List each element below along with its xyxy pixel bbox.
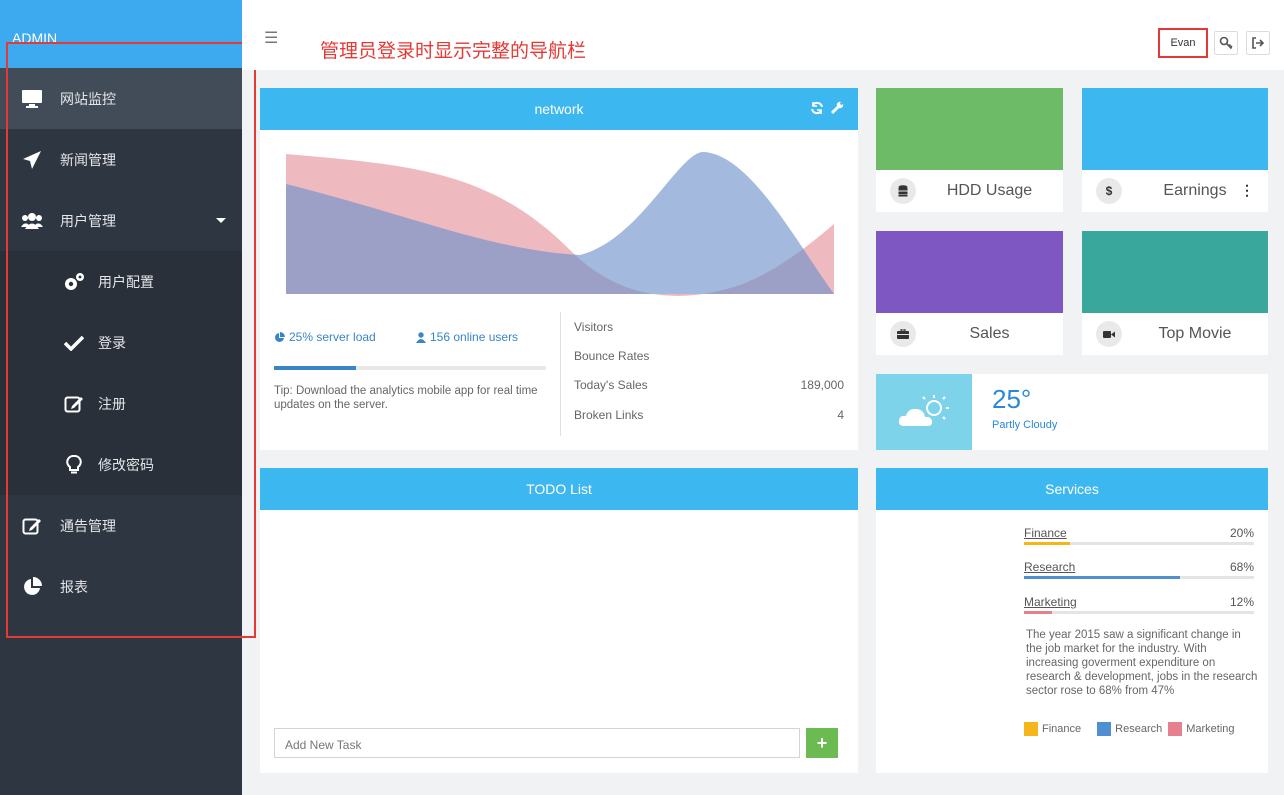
annotation-text: 管理员登录时显示完整的导航栏 bbox=[320, 41, 587, 62]
legend-swatch bbox=[1168, 722, 1183, 736]
sidebar-item-label: 修改密码 bbox=[98, 456, 154, 473]
dollar-icon: $ bbox=[1096, 178, 1122, 204]
gears-icon bbox=[62, 270, 86, 294]
sidebar-item-reports[interactable]: 报表 bbox=[0, 556, 242, 617]
todo-panel: TODO List Add New Task + bbox=[260, 468, 858, 773]
tile-sales[interactable]: Sales bbox=[876, 231, 1063, 355]
network-panel-header: network bbox=[260, 88, 858, 130]
desktop-icon bbox=[20, 87, 44, 111]
progress-fill bbox=[274, 366, 356, 370]
more-vertical-icon[interactable]: ⋮ bbox=[1240, 182, 1254, 199]
services-legend: Finance Research Marketing bbox=[1024, 722, 1235, 736]
briefcase-icon bbox=[890, 321, 916, 347]
paper-plane-icon bbox=[20, 148, 44, 172]
edit-icon bbox=[62, 392, 86, 416]
weather-condition: Partly Cloudy bbox=[992, 419, 1058, 431]
service-row-finance: Finance 20% bbox=[1024, 526, 1254, 545]
services-panel-header: Services bbox=[876, 468, 1268, 510]
server-load-stat: 25% server load bbox=[274, 330, 376, 344]
service-row-marketing: Marketing 12% bbox=[1024, 595, 1254, 614]
sidebar-item-label: 通告管理 bbox=[60, 517, 116, 534]
tile-label: HDD Usage bbox=[946, 182, 1033, 199]
sidebar-item-login[interactable]: 登录 bbox=[0, 312, 242, 373]
tile-earnings[interactable]: $ Earnings ⋮ bbox=[1082, 88, 1268, 212]
service-bar-fill bbox=[1024, 611, 1052, 614]
add-task-input[interactable]: Add New Task bbox=[274, 728, 800, 758]
services-description: The year 2015 saw a significant change i… bbox=[1026, 629, 1258, 697]
sidebar-item-label: 网站监控 bbox=[60, 90, 116, 107]
stat-todays-sales: Today's Sales 189,000 bbox=[574, 378, 844, 392]
user-icon bbox=[416, 331, 426, 343]
service-bar-fill bbox=[1024, 576, 1181, 579]
add-task-button[interactable]: + bbox=[806, 728, 838, 758]
sidebar-item-label: 新闻管理 bbox=[60, 151, 116, 168]
stat-broken-links: Broken Links 4 bbox=[574, 408, 844, 422]
sidebar-item-users[interactable]: 用户管理 bbox=[0, 190, 242, 251]
network-panel: network 25% server load 156 online users… bbox=[260, 88, 858, 450]
legend-swatch bbox=[1024, 722, 1038, 736]
sidebar-item-news[interactable]: 新闻管理 bbox=[0, 129, 242, 190]
sidebar-item-register[interactable]: 注册 bbox=[0, 373, 242, 434]
sidebar: ADMIN 网站监控 新闻管理 用户管理 用户配置 登录 注册 修改密码 通告管… bbox=[0, 0, 242, 795]
sidebar-item-site-monitor[interactable]: 网站监控 bbox=[0, 68, 242, 129]
hamburger-menu-icon[interactable]: ☰ bbox=[264, 28, 278, 48]
todo-panel-header: TODO List bbox=[260, 468, 858, 510]
tile-color-block bbox=[1082, 88, 1268, 170]
sidebar-item-label: 注册 bbox=[98, 395, 126, 412]
wrench-icon[interactable] bbox=[830, 101, 844, 118]
user-menu-button[interactable]: Evan bbox=[1158, 28, 1208, 58]
users-icon bbox=[20, 209, 44, 233]
tile-color-block bbox=[876, 231, 1063, 313]
check-icon bbox=[62, 331, 86, 355]
service-bar-fill bbox=[1024, 542, 1070, 545]
tile-label: Top Movie bbox=[1158, 325, 1232, 342]
panel-title: TODO List bbox=[526, 481, 592, 497]
tile-color-block bbox=[1082, 231, 1268, 313]
sidebar-item-label: 用户配置 bbox=[98, 273, 154, 290]
partly-cloudy-icon bbox=[876, 374, 972, 450]
refresh-icon[interactable] bbox=[810, 101, 824, 118]
online-users-stat: 156 online users bbox=[416, 330, 518, 344]
sign-out-icon[interactable] bbox=[1246, 31, 1270, 55]
edit-icon bbox=[20, 514, 44, 538]
tip-text: Tip: Download the analytics mobile app f… bbox=[274, 385, 538, 411]
lightbulb-icon bbox=[62, 453, 86, 477]
caret-down-icon bbox=[216, 218, 226, 223]
service-row-research: Research 68% bbox=[1024, 560, 1254, 579]
video-camera-icon bbox=[1096, 321, 1122, 347]
stat-visitors: Visitors bbox=[574, 320, 614, 334]
divider bbox=[560, 312, 561, 436]
server-load-progress bbox=[274, 366, 546, 370]
sidebar-item-change-password[interactable]: 修改密码 bbox=[0, 434, 242, 495]
tile-top-movie[interactable]: Top Movie bbox=[1082, 231, 1268, 355]
weather-widget: 25° Partly Cloudy bbox=[876, 374, 1268, 450]
temperature: 25° bbox=[992, 384, 1032, 414]
panel-title: Services bbox=[1045, 481, 1099, 497]
pie-chart-icon bbox=[20, 575, 44, 599]
database-icon bbox=[890, 178, 916, 204]
tile-color-block bbox=[876, 88, 1063, 170]
sidebar-item-label: 用户管理 bbox=[60, 212, 116, 229]
tile-label: Sales bbox=[969, 325, 1010, 342]
sidebar-item-announcements[interactable]: 通告管理 bbox=[0, 495, 242, 556]
brand-logo[interactable]: ADMIN bbox=[0, 0, 242, 68]
network-area-chart bbox=[286, 151, 834, 296]
tile-hdd-usage[interactable]: HDD Usage bbox=[876, 88, 1063, 212]
pie-chart-icon bbox=[275, 331, 285, 342]
stat-bounce-rates: Bounce Rates bbox=[574, 349, 650, 363]
sidebar-item-label: 报表 bbox=[60, 578, 88, 595]
sidebar-item-label: 登录 bbox=[98, 334, 126, 351]
panel-title: network bbox=[534, 101, 584, 117]
legend-swatch bbox=[1097, 722, 1112, 736]
services-panel: Services Finance 20% Research 68% Marketin… bbox=[876, 468, 1268, 773]
topbar: ☰ 管理员登录时显示完整的导航栏 Evan bbox=[242, 0, 1284, 70]
sidebar-item-user-config[interactable]: 用户配置 bbox=[0, 251, 242, 312]
key-icon[interactable] bbox=[1214, 31, 1238, 55]
